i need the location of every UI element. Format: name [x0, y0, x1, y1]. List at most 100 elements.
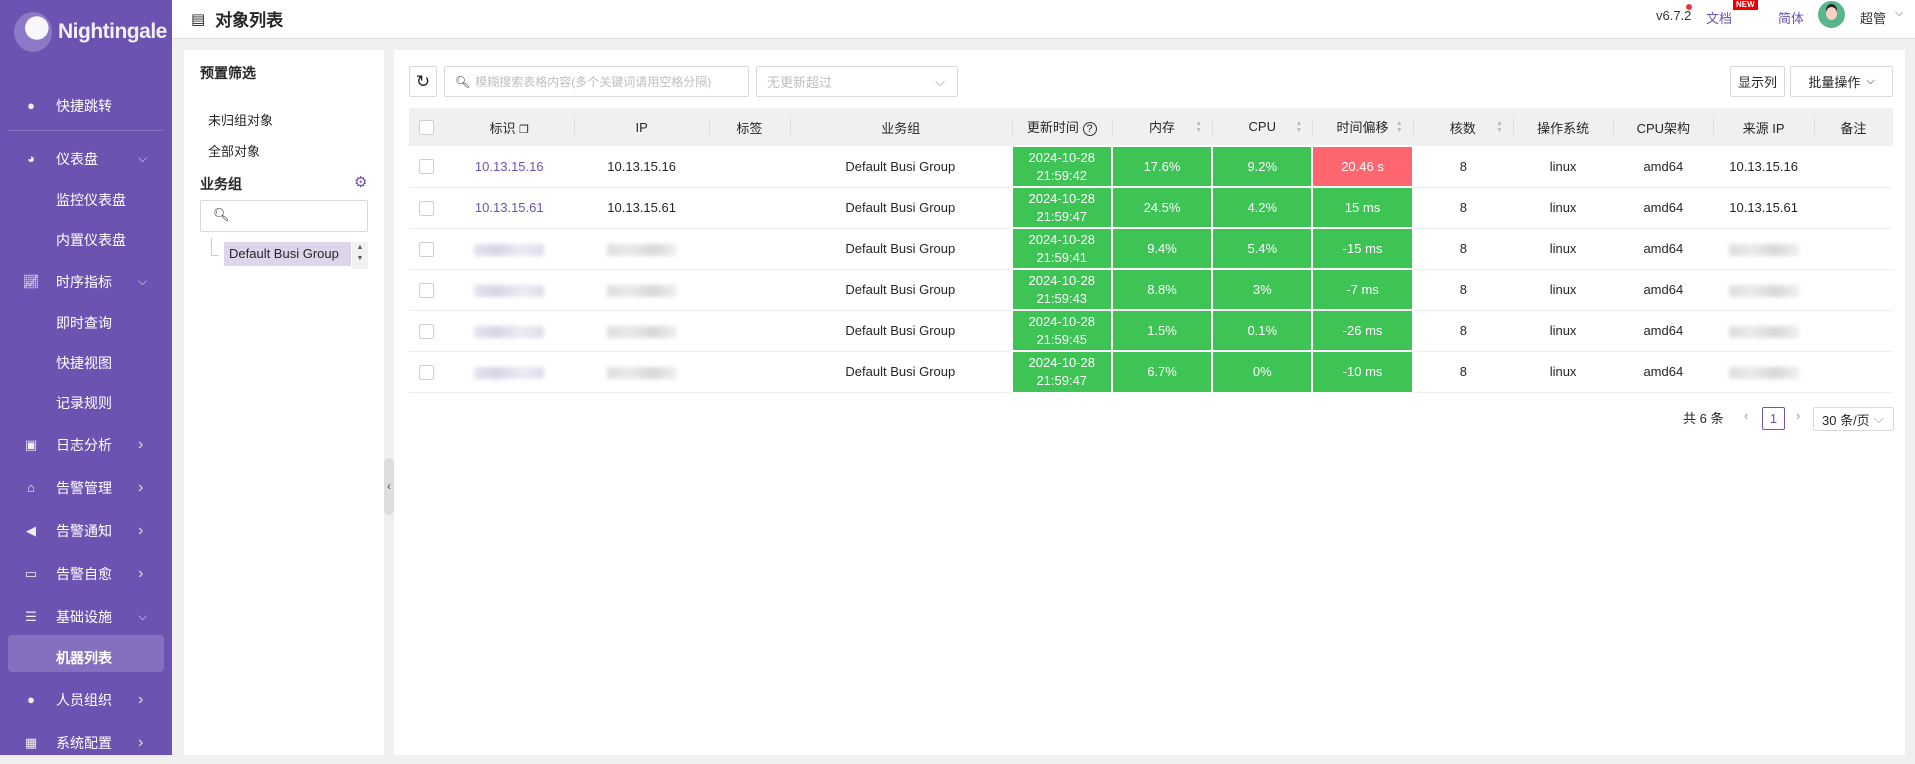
filter-panel: 预置筛选 未归组对象 全部对象 业务组 ⚙ 🔍︎ Default Busi Gr… — [184, 50, 384, 755]
chevron-down-icon: ⌵ — [1866, 75, 1875, 87]
ident-link[interactable]: 10.13.15.61 — [475, 200, 544, 215]
chart-line-icon: 📈︎ — [22, 273, 40, 289]
sidebar-item-label: 基础设施 — [56, 608, 112, 625]
row-checkbox[interactable] — [419, 241, 435, 257]
row-checkbox[interactable] — [419, 323, 435, 339]
sidebar-item-2[interactable]: 监控仪表盘 — [0, 180, 172, 220]
row-checkbox-cell — [409, 269, 445, 311]
refresh-button[interactable]: ↻ — [409, 66, 437, 97]
ident-link[interactable]: 10.13.15.16 — [475, 159, 544, 174]
sidebar-item-13[interactable]: 机器列表 — [0, 638, 172, 678]
tree-node-default-busi-group[interactable]: Default Busi Group — [224, 242, 351, 266]
sort-icon[interactable]: ▲ ▼ — [1396, 120, 1403, 134]
language-switch[interactable]: 简体 — [1778, 8, 1804, 27]
sidebar-item-7[interactable]: 记录规则 — [0, 383, 172, 423]
server-icon: ☰ — [25, 608, 37, 624]
ip-cell — [574, 269, 709, 311]
update-time-cell: 2024-10-28 21:59:43 — [1010, 268, 1113, 311]
sidebar-item-label: 告警自愈 — [56, 565, 112, 582]
filter-all[interactable]: 全部对象 — [208, 141, 260, 160]
search-icon: 🔍︎ — [213, 207, 230, 222]
sort-icon[interactable]: ▲ ▼ — [1295, 120, 1302, 134]
column-header[interactable]: CPU ▲ ▼ — [1212, 108, 1313, 146]
column-header-label: CPU — [1248, 119, 1276, 134]
sidebar-item-label: 记录规则 — [56, 395, 112, 411]
search-placeholder: 模糊搜索表格内容(多个关键词请用空格分隔) — [475, 75, 712, 89]
list-icon: ▤ — [191, 10, 206, 28]
row-checkbox[interactable] — [419, 159, 435, 175]
select-all-checkbox-cell — [409, 108, 445, 146]
user-menu[interactable]: 超管 — [1860, 8, 1886, 27]
sidebar-item-label: 机器列表 — [56, 650, 112, 666]
scrollbar[interactable]: ▲ ▼ — [352, 242, 368, 269]
gear-icon[interactable]: ⚙ — [354, 173, 367, 191]
update-date: 2024-10-28 — [1028, 149, 1095, 165]
sidebar-item-6[interactable]: 快捷视图 — [0, 343, 172, 383]
sidebar-item-9[interactable]: ⌂ 告警管理 › — [0, 466, 172, 509]
terminal-icon: ▭ — [24, 565, 38, 581]
page-1-button[interactable]: 1 — [1762, 407, 1785, 430]
redacted-value — [606, 284, 677, 297]
sidebar-item-3[interactable]: 内置仪表盘 — [0, 220, 172, 260]
ident-cell — [444, 228, 575, 270]
sidebar-item-label: 快捷跳转 — [56, 97, 112, 114]
update-filter-select[interactable]: 无更新超过 ⌵ — [756, 66, 958, 97]
sidebar-item-8[interactable]: ▣ 日志分析 › — [0, 423, 172, 466]
sidebar-item-4[interactable]: 📈︎ 时序指标 ⌵ — [0, 260, 172, 303]
logo[interactable]: Nightingale — [14, 12, 167, 52]
column-header: 操作系统 — [1512, 108, 1614, 146]
column-header-label: 标识 — [489, 120, 516, 136]
time-offset-cell: 20.46 s — [1311, 145, 1414, 188]
sidebar-item-11[interactable]: ▭ 告警自愈 › — [0, 552, 172, 595]
search-icon: 🔍︎ — [455, 74, 471, 89]
version-label[interactable]: v6.7.2 — [1656, 8, 1691, 23]
collapse-panel-handle[interactable]: ‹ — [384, 458, 394, 515]
group-search-input[interactable]: 🔍︎ — [200, 200, 368, 232]
column-header[interactable]: 时间偏移 ▲ ▼ — [1312, 108, 1413, 146]
sidebar-item-14[interactable]: ● 人员组织 › — [0, 678, 172, 721]
cpu-cell: 5.4% — [1211, 227, 1314, 270]
sidebar-item-12[interactable]: ☰ 基础设施 ⌵ — [0, 595, 172, 638]
sort-icon[interactable]: ▲ ▼ — [1496, 120, 1503, 134]
ident-cell — [444, 351, 575, 393]
batch-operations-button[interactable]: 批量操作 ⌵ — [1790, 66, 1893, 97]
sidebar-item-label: 内置仪表盘 — [56, 232, 126, 248]
row-checkbox[interactable] — [419, 200, 435, 216]
sidebar-item-10[interactable]: ◀ 告警通知 › — [0, 509, 172, 552]
update-time-cell: 2024-10-28 21:59:47 — [1010, 186, 1113, 229]
column-header: 备注 — [1813, 108, 1893, 146]
select-all-checkbox[interactable] — [419, 120, 435, 136]
table-search-input[interactable]: 🔍︎ 模糊搜索表格内容(多个关键词请用空格分隔) — [444, 66, 749, 97]
column-header[interactable]: 内存 ▲ ▼ — [1111, 108, 1213, 146]
copy-icon[interactable]: ❐ — [519, 124, 529, 136]
next-page-button[interactable]: › — [1796, 408, 1800, 423]
column-header[interactable]: 核数 ▲ ▼ — [1412, 108, 1513, 146]
avatar[interactable] — [1818, 1, 1845, 28]
row-checkbox-cell — [409, 351, 445, 393]
sidebar-item-1[interactable]: ◕ 仪表盘 ⌵ — [0, 137, 172, 180]
sidebar-item-label: 告警通知 — [56, 522, 112, 539]
group-cell: Default Busi Group — [790, 269, 1012, 311]
sidebar-item-15[interactable]: ▦ 系统配置 › — [0, 721, 172, 764]
prev-page-button[interactable]: ‹ — [1744, 408, 1748, 423]
page-size-select[interactable]: 30 条/页 ⌵ — [1813, 407, 1894, 431]
show-columns-button[interactable]: 显示列 — [1730, 66, 1785, 97]
source-ip-cell — [1713, 351, 1814, 393]
filter-ungrouped[interactable]: 未归组对象 — [208, 110, 273, 129]
docs-link[interactable]: 文档 — [1706, 8, 1732, 27]
help-icon[interactable]: ? — [1082, 122, 1097, 136]
update-time: 21:59:45 — [1036, 331, 1088, 347]
sidebar-item-0[interactable]: ● 快捷跳转 — [0, 84, 172, 127]
update-time: 21:59:41 — [1036, 249, 1088, 265]
sort-icon[interactable]: ▲ ▼ — [1195, 120, 1202, 134]
tags-cell — [708, 187, 791, 229]
chevron-down-icon[interactable]: ⌵ — [1895, 7, 1903, 20]
row-checkbox[interactable] — [419, 364, 435, 380]
group-cell: Default Busi Group — [790, 351, 1012, 393]
update-time-cell: 2024-10-28 21:59:47 — [1010, 350, 1113, 393]
sidebar-item-label: 快捷视图 — [56, 355, 112, 371]
redacted-value — [474, 243, 545, 256]
nightingale-bird-icon — [14, 12, 52, 52]
row-checkbox[interactable] — [419, 282, 435, 298]
sidebar-item-5[interactable]: 即时查询 — [0, 303, 172, 343]
